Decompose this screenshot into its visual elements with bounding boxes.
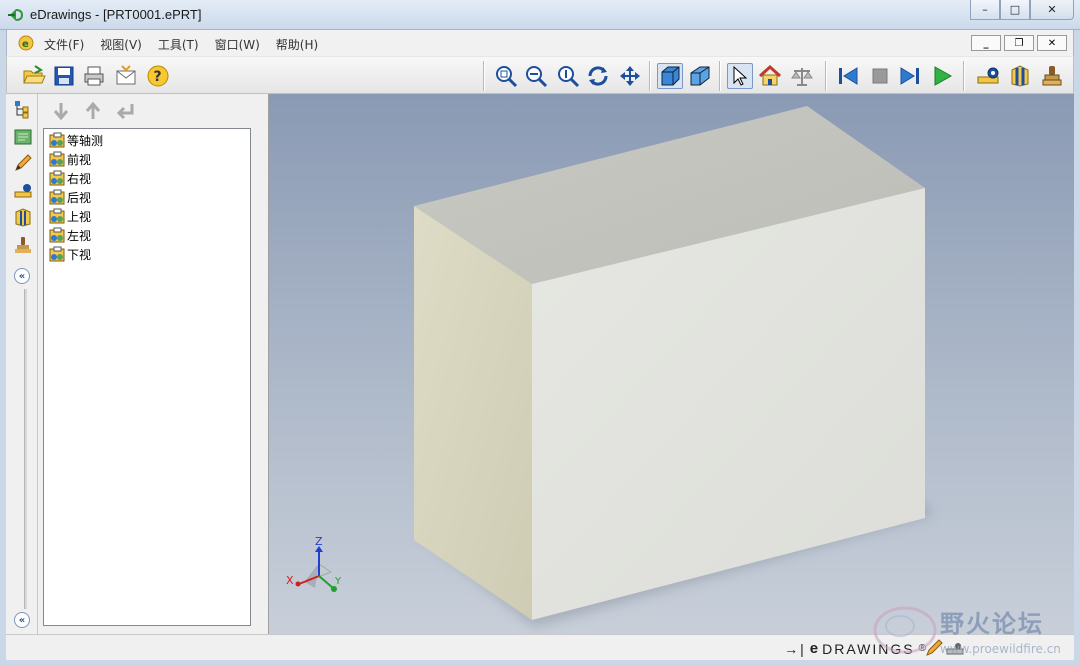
maximize-icon: □ xyxy=(1009,3,1021,16)
down-arrow-icon[interactable] xyxy=(50,100,72,122)
view-icon xyxy=(49,132,65,148)
tree-item-label: 等轴测 xyxy=(67,133,104,148)
x-axis-end xyxy=(295,581,301,587)
measure-icon[interactable] xyxy=(12,180,34,202)
next-frame-icon[interactable] xyxy=(897,63,923,89)
y-axis-label: Y xyxy=(334,576,342,587)
view-icon xyxy=(49,246,65,262)
toolbar-separator xyxy=(483,61,485,91)
save-icon[interactable] xyxy=(51,63,77,89)
tree-item-left[interactable]: 左视 xyxy=(49,226,91,244)
svg-text:e: e xyxy=(22,39,29,50)
zoom-to-fit-icon[interactable] xyxy=(493,63,519,89)
view-icon xyxy=(49,208,65,224)
toolbar-separator xyxy=(963,61,965,91)
section-icon[interactable] xyxy=(12,206,34,228)
shaded-icon[interactable] xyxy=(657,63,683,89)
tree-item-label: 上视 xyxy=(67,209,92,224)
tree-item-isometric[interactable]: 等轴测 xyxy=(49,131,103,149)
minimize-icon: – xyxy=(982,3,988,16)
menu-help[interactable]: 帮助(H) xyxy=(276,36,318,53)
doc-restore-button[interactable]: ❐ xyxy=(1004,35,1034,51)
measure-icon[interactable] xyxy=(975,63,1001,89)
tree-item-front[interactable]: 前视 xyxy=(49,150,91,168)
toolbar-separator xyxy=(719,61,721,91)
collapse-panel-button-bottom[interactable]: « xyxy=(14,612,30,628)
perspective-icon[interactable] xyxy=(687,63,713,89)
view-icon xyxy=(49,227,65,243)
strip-splitter[interactable] xyxy=(24,289,27,609)
send-mail-icon[interactable] xyxy=(113,63,139,89)
left-tool-strip: « « xyxy=(6,94,38,634)
menu-file[interactable]: 文件(F) xyxy=(44,36,84,53)
close-button[interactable]: ✕ xyxy=(1030,0,1074,20)
tree-item-label: 左视 xyxy=(67,228,92,243)
zoom-in-out-icon[interactable] xyxy=(523,63,549,89)
tree-item-label: 前视 xyxy=(67,152,92,167)
menu-bar: e 文件(F) 视图(V) 工具(T) 窗口(W) 帮助(H) _ ❐ ✕ xyxy=(6,30,1074,56)
stop-icon[interactable] xyxy=(867,63,893,89)
tree-item-right[interactable]: 右视 xyxy=(49,169,91,187)
view-icon xyxy=(49,151,65,167)
help-icon[interactable]: ? xyxy=(145,63,171,89)
doc-minimize-button[interactable]: _ xyxy=(971,35,1001,51)
tree-item-label: 下视 xyxy=(67,247,92,262)
main-toolbar: ? xyxy=(6,56,1074,94)
menu-view[interactable]: 视图(V) xyxy=(100,36,142,53)
document-icon[interactable]: e xyxy=(17,34,35,52)
return-arrow-icon[interactable] xyxy=(114,100,136,122)
graphics-viewport[interactable]: Z X Y xyxy=(269,94,1074,634)
y-axis xyxy=(318,575,334,589)
z-axis-label: Z xyxy=(315,536,323,548)
collapse-panel-button-top[interactable]: « xyxy=(14,268,30,284)
tree-item-back[interactable]: 后视 xyxy=(49,188,91,206)
play-icon[interactable] xyxy=(929,63,955,89)
zoom-to-area-icon[interactable] xyxy=(555,63,581,89)
minimize-button[interactable]: – xyxy=(970,0,1000,20)
toolbar-separator xyxy=(649,61,651,91)
views-tree: 等轴测 前视 右视 后视 上视 左视 下视 xyxy=(43,128,251,626)
brand-arrow: →| xyxy=(784,640,806,657)
rotate-icon[interactable] xyxy=(585,63,611,89)
up-arrow-icon[interactable] xyxy=(82,100,104,122)
menu-window[interactable]: 窗口(W) xyxy=(215,36,260,53)
first-frame-icon[interactable] xyxy=(835,63,861,89)
open-icon[interactable] xyxy=(21,63,47,89)
view-icon xyxy=(49,170,65,186)
window-frame-bottom xyxy=(0,660,1080,666)
home-icon[interactable] xyxy=(757,63,783,89)
menu-tools[interactable]: 工具(T) xyxy=(158,36,199,53)
tree-item-top[interactable]: 上视 xyxy=(49,207,91,225)
x-axis-label: X xyxy=(286,574,294,587)
window-frame-right xyxy=(1074,30,1080,666)
print-icon[interactable] xyxy=(81,63,107,89)
doc-close-button[interactable]: ✕ xyxy=(1037,35,1067,51)
sheet-format-icon[interactable] xyxy=(12,126,34,148)
view-icon xyxy=(49,189,65,205)
tree-item-label: 右视 xyxy=(67,171,92,186)
axis-triad: Z X Y xyxy=(286,536,342,592)
window-title: eDrawings - [PRT0001.ePRT] xyxy=(30,7,202,22)
balance-icon[interactable] xyxy=(789,63,815,89)
views-panel: 等轴测 前视 右视 后视 上视 左视 下视 xyxy=(38,94,269,634)
watermark-title: 野火论坛 xyxy=(940,610,1044,638)
tree-item-bottom[interactable]: 下视 xyxy=(49,245,91,263)
pan-icon[interactable] xyxy=(617,63,643,89)
brand-e-logo: e xyxy=(809,640,819,657)
close-icon: ✕ xyxy=(1047,3,1057,16)
toolbar-separator xyxy=(825,61,827,91)
edrawings-app-icon[interactable] xyxy=(7,6,25,24)
maximize-button[interactable]: □ xyxy=(1000,0,1030,20)
title-bar: eDrawings - [PRT0001.ePRT] – □ ✕ xyxy=(0,0,1080,30)
watermark-url: www.proewildfire.cn xyxy=(940,642,1061,656)
stamp-icon[interactable] xyxy=(1039,63,1065,89)
markup-pen-icon[interactable] xyxy=(12,152,34,174)
section-icon[interactable] xyxy=(1007,63,1033,89)
select-icon[interactable] xyxy=(727,63,753,89)
component-tree-icon[interactable] xyxy=(12,98,34,120)
tree-item-label: 后视 xyxy=(67,190,92,205)
svg-text:?: ? xyxy=(154,69,162,85)
model-canvas xyxy=(414,106,934,627)
stamp-icon[interactable] xyxy=(12,234,34,256)
